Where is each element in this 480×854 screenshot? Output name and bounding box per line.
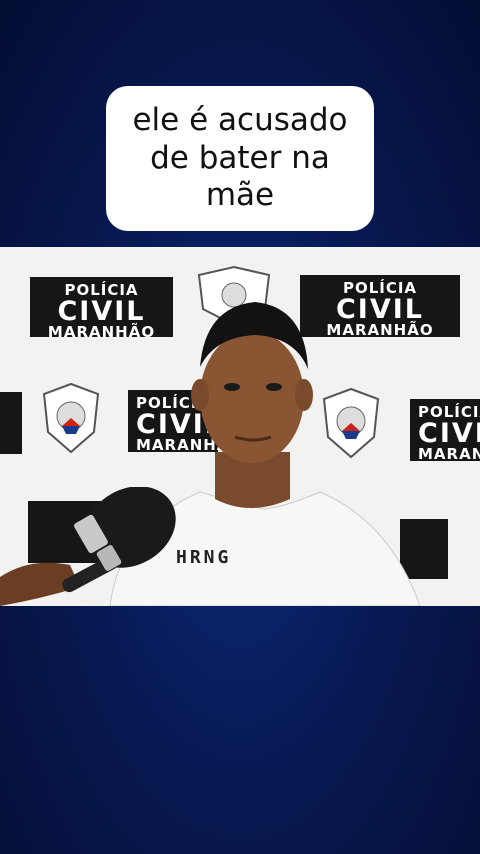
caption-bubble: ele é acusado de bater na mãe	[106, 86, 374, 231]
video-frame[interactable]: POLÍCIA CIVIL MARANHÃO POLÍCIA CIVIL MAR…	[0, 247, 480, 606]
caption-text: ele é acusado de bater na mãe	[132, 101, 348, 214]
app-screen: { "caption": { "text": "ele é acusado de…	[0, 0, 480, 854]
backdrop-logo-partial	[0, 392, 22, 454]
microphone-icon	[0, 487, 176, 606]
